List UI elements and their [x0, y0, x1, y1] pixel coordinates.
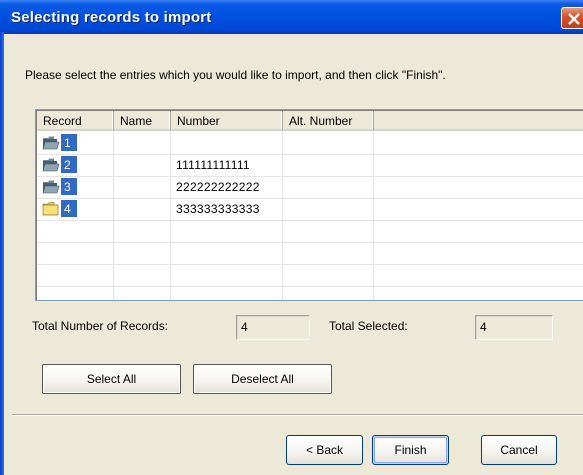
column-header-alt-number[interactable]: Alt. Number: [283, 111, 374, 131]
table-row[interactable]: 4 333333333333: [37, 198, 583, 220]
total-selected-label: Total Selected:: [329, 319, 408, 333]
close-icon: [568, 13, 580, 25]
back-button[interactable]: < Back: [286, 435, 363, 465]
select-all-button[interactable]: Select All: [42, 364, 181, 394]
grid-line: [37, 264, 583, 265]
table-row[interactable]: 2 111111111111: [37, 154, 583, 176]
import-dialog: Selecting records to import Please selec…: [0, 0, 583, 475]
record-number: 111111111111: [176, 158, 250, 172]
cancel-button[interactable]: Cancel: [481, 435, 557, 465]
column-header-filler: [374, 111, 583, 131]
grid-line: [37, 286, 583, 287]
title-bar: Selecting records to import: [0, 0, 583, 34]
window-frame-left: [0, 32, 4, 475]
record-id: 4: [61, 200, 77, 217]
table-row[interactable]: 3 222222222222: [37, 176, 583, 198]
grid-line: [37, 220, 583, 221]
folder-yellow-icon: [42, 202, 59, 216]
records-list[interactable]: Record Name Number Alt. Number 1 2 11111…: [35, 109, 583, 301]
dialog-title: Selecting records to import: [11, 9, 212, 26]
record-number: 222222222222: [176, 180, 260, 194]
folder-open-gray-icon: [42, 136, 60, 150]
total-records-field: 4: [236, 315, 310, 340]
column-header-record[interactable]: Record: [37, 111, 114, 131]
total-selected-field: 4: [475, 315, 553, 340]
column-header-name[interactable]: Name: [114, 111, 171, 131]
record-id: 3: [61, 178, 77, 195]
table-row[interactable]: 1: [37, 132, 583, 154]
close-button[interactable]: [561, 7, 583, 29]
list-header: Record Name Number Alt. Number: [37, 111, 583, 131]
grid-line: [37, 242, 583, 243]
record-id: 1: [61, 134, 77, 151]
record-id: 2: [61, 156, 77, 173]
finish-button[interactable]: Finish: [372, 435, 449, 465]
column-header-number[interactable]: Number: [171, 111, 283, 131]
deselect-all-button[interactable]: Deselect All: [193, 364, 332, 394]
folder-open-gray-icon: [42, 158, 60, 172]
instruction-text: Please select the entries which you woul…: [25, 68, 446, 82]
separator: [12, 414, 583, 416]
total-records-label: Total Number of Records:: [32, 319, 169, 333]
record-number: 333333333333: [176, 202, 260, 216]
folder-open-gray-icon: [42, 180, 60, 194]
